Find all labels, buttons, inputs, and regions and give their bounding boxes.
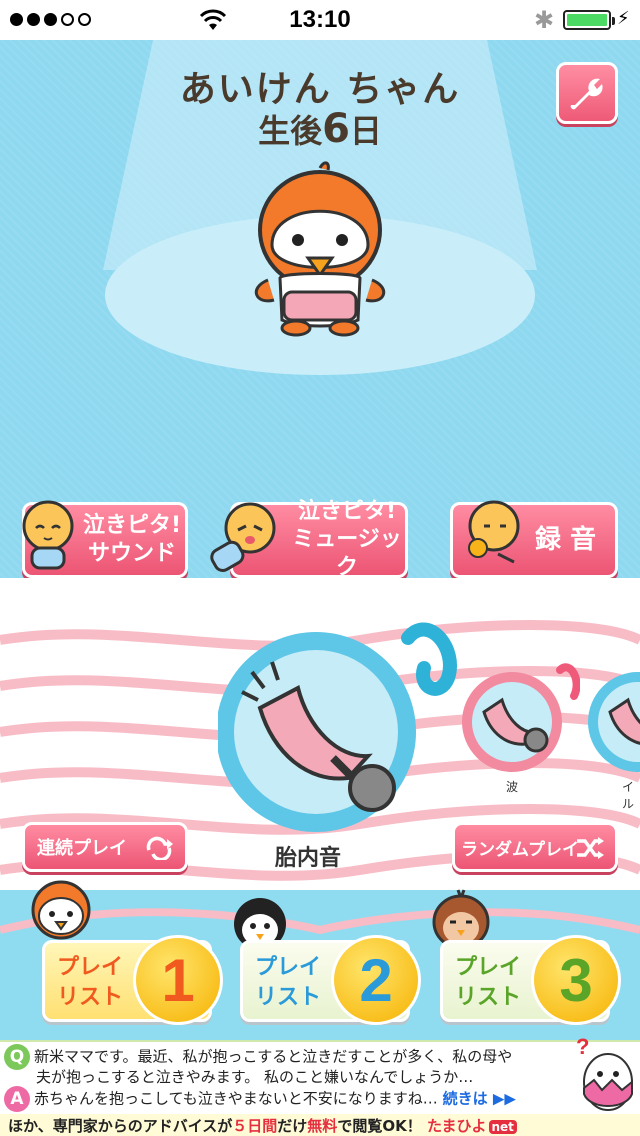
answer-mark-badge: A	[4, 1086, 30, 1112]
random-play-button[interactable]: ランダムプレイ	[452, 822, 618, 872]
penguin-character	[31, 880, 91, 940]
question-mark-badge: Q	[4, 1044, 30, 1070]
read-more-link[interactable]: 続きは ▶▶	[443, 1090, 516, 1108]
next-sound-label-1: 波	[506, 780, 519, 794]
current-sound-button[interactable]	[218, 618, 468, 838]
status-bar: 13:10 ✱ ⚡	[0, 0, 640, 40]
wrench-icon	[570, 78, 603, 110]
settings-button[interactable]	[556, 62, 618, 124]
next-sound-button-1[interactable]	[460, 660, 580, 772]
next-sound-label-2: イル	[622, 780, 635, 811]
continuous-play-button[interactable]: 連続プレイ	[22, 822, 188, 872]
baby-record-icon	[468, 500, 520, 564]
playlist-3-button[interactable]: プレイ リスト 3	[440, 935, 621, 1025]
baby-age: 生後6日	[258, 106, 382, 152]
playlist-1-button[interactable]: プレイ リスト 1	[42, 935, 223, 1025]
next-sound-button-2[interactable]	[586, 660, 640, 772]
mascot-penguin	[254, 161, 386, 337]
ad-banner[interactable]: Q 新米ママです。最近、私が抱っこすると泣きだすことが多く、私の母や 夫が抱っこす…	[0, 1034, 640, 1136]
current-sound-label: 胎内音	[274, 846, 341, 871]
repeat-icon	[146, 836, 173, 860]
playlist-2-button[interactable]: プレイ リスト 2	[240, 935, 421, 1025]
playlist-1-number: 1	[133, 935, 223, 1025]
baby-music-icon	[210, 502, 276, 572]
baby-sound-icon	[22, 500, 74, 570]
ad-question-line2: 夫が抱っこすると泣きやみます。 私のこと嫌いなんでしょうか…	[36, 1068, 474, 1086]
shuffle-icon	[577, 837, 604, 859]
baby-name: あいけん ちゃん	[179, 69, 461, 110]
svg-text:?: ?	[576, 1034, 589, 1059]
ad-question-line1: 新米ママです。最近、私が抱っこすると泣きだすことが多く、私の母や	[34, 1047, 513, 1066]
ad-footer: ほか、専門家からのアドバイスが５日間だけ無料で閲覧OK！ たまひよ net	[0, 1114, 640, 1136]
playlist-3-number: 3	[531, 935, 621, 1025]
egg-mascot-icon: ?	[576, 1034, 633, 1111]
tamahiyo-logo: たまひよ net	[427, 1117, 517, 1135]
bluetooth-icon: ✱	[534, 6, 555, 34]
playlist-2-number: 2	[331, 935, 421, 1025]
ad-answer: 赤ちゃんを抱っこしても泣きやまないと不安になりますね…	[34, 1089, 438, 1108]
charging-icon: ⚡	[617, 8, 630, 29]
battery-icon	[563, 10, 615, 30]
